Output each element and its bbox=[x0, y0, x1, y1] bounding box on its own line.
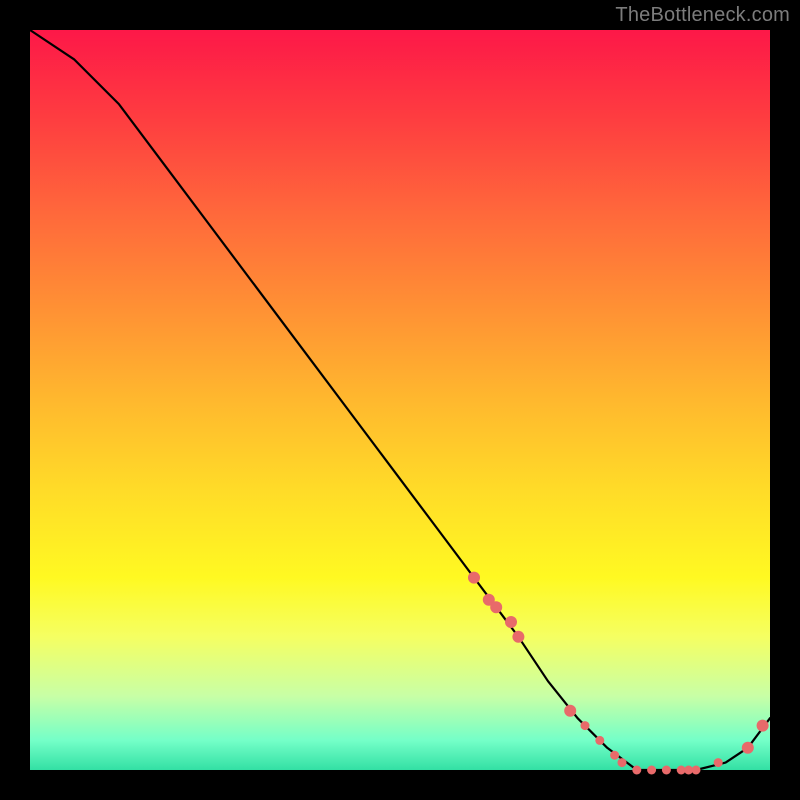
data-marker bbox=[512, 631, 524, 643]
data-marker bbox=[490, 601, 502, 613]
data-marker bbox=[632, 766, 641, 775]
data-markers bbox=[468, 572, 769, 775]
data-marker bbox=[610, 751, 619, 760]
data-marker bbox=[595, 736, 604, 745]
data-marker bbox=[692, 766, 701, 775]
data-marker bbox=[714, 758, 723, 767]
attribution-label: TheBottleneck.com bbox=[615, 4, 790, 27]
data-marker bbox=[468, 572, 480, 584]
data-marker bbox=[757, 720, 769, 732]
chart-stage: TheBottleneck.com bbox=[0, 0, 800, 800]
data-marker bbox=[647, 766, 656, 775]
data-marker bbox=[581, 721, 590, 730]
chart-plot-area bbox=[30, 30, 770, 770]
chart-svg bbox=[30, 30, 770, 770]
data-marker bbox=[564, 705, 576, 717]
data-marker bbox=[742, 742, 754, 754]
bottleneck-curve bbox=[30, 30, 770, 770]
data-marker bbox=[505, 616, 517, 628]
data-marker bbox=[618, 758, 627, 767]
data-marker bbox=[662, 766, 671, 775]
